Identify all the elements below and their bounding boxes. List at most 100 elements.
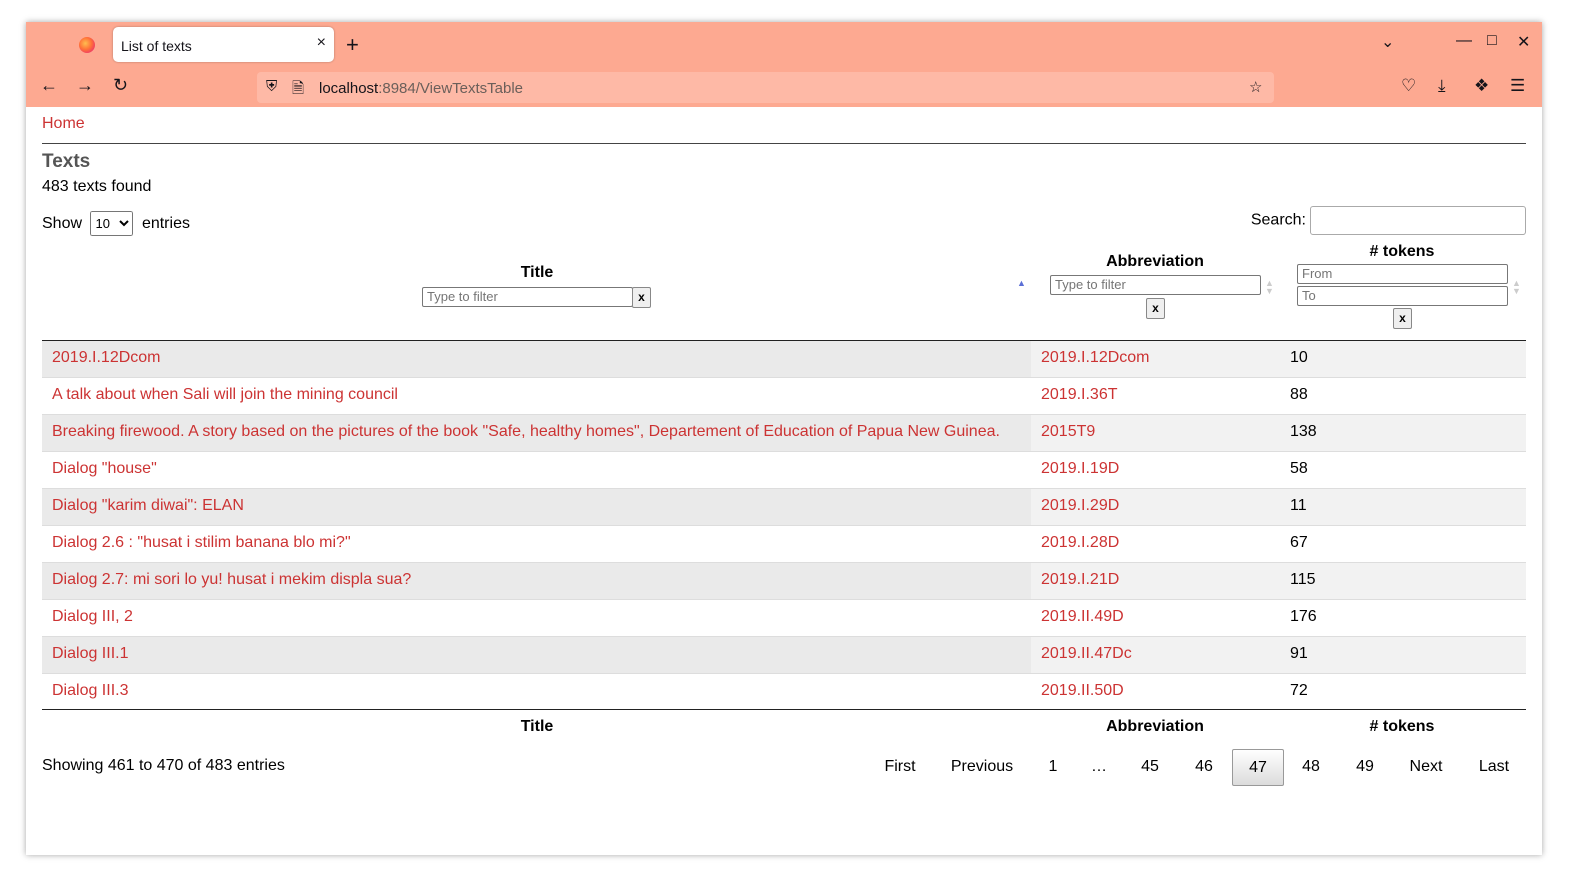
text-title-link[interactable]: Dialog "house" [52, 460, 157, 478]
abbreviation-link[interactable]: 2019.I.29D [1041, 497, 1119, 515]
table-row: Dialog III, 2 2019.II.49D 176 [42, 600, 1526, 637]
tokens-to-input[interactable] [1297, 286, 1508, 306]
abbreviation-link[interactable]: 2019.I.19D [1041, 460, 1119, 478]
pocket-icon[interactable]: ♡ [1401, 76, 1416, 96]
url-bar[interactable]: ⛨ 🗎 localhost:8984/ViewTextsTable ☆ [257, 72, 1274, 103]
text-title-link[interactable]: Dialog "karim diwai": ELAN [52, 497, 244, 515]
table-row: A talk about when Sali will join the min… [42, 378, 1526, 415]
sort-ascending-icon: ▲ [1017, 278, 1026, 288]
title-cell: Dialog III, 2 [42, 600, 1031, 636]
text-title-link[interactable]: A talk about when Sali will join the min… [52, 386, 398, 404]
token-count: 58 [1290, 460, 1308, 477]
pagination-previous[interactable]: Previous [942, 749, 1022, 786]
abbreviation-link[interactable]: 2019.I.12Dcom [1041, 349, 1150, 367]
showing-entries-info: Showing 461 to 470 of 483 entries [42, 757, 285, 774]
show-entries: Show 10 entries [42, 211, 190, 236]
tab-list-of-texts[interactable]: List of texts × [113, 27, 334, 62]
pagination-page-46[interactable]: 46 [1184, 749, 1224, 786]
abbreviation-link[interactable]: 2015T9 [1041, 423, 1095, 441]
text-title-link[interactable]: Dialog III.3 [52, 682, 128, 700]
pagination-page-48[interactable]: 48 [1291, 749, 1331, 786]
show-label: Show [42, 215, 83, 232]
title-cell: Dialog "house" [42, 452, 1031, 488]
tab-close-icon[interactable]: × [317, 34, 326, 52]
token-count: 88 [1290, 386, 1308, 403]
table-row: Dialog III.1 2019.II.47Dc 91 [42, 637, 1526, 674]
token-count: 138 [1290, 423, 1317, 440]
tokens-filter-clear-button[interactable]: x [1393, 308, 1412, 329]
title-cell: Breaking firewood. A story based on the … [42, 415, 1031, 451]
abbreviation-link[interactable]: 2019.II.50D [1041, 682, 1124, 700]
table-row: Dialog "karim diwai": ELAN 2019.I.29D 11 [42, 489, 1526, 526]
pagination-page-1[interactable]: 1 [1038, 749, 1068, 786]
tokens-from-input[interactable] [1297, 264, 1508, 284]
abbreviation-filter-input[interactable] [1050, 275, 1261, 295]
search-input[interactable] [1310, 206, 1526, 235]
text-title-link[interactable]: 2019.I.12Dcom [52, 349, 161, 367]
page-title: Texts [42, 151, 91, 172]
menu-icon[interactable]: ☰ [1510, 76, 1525, 96]
title-cell: Dialog III.3 [42, 674, 1031, 710]
download-icon[interactable]: ⤓ [1438, 76, 1446, 96]
texts-found-count: 483 texts found [42, 178, 152, 195]
shield-icon[interactable]: ⛨ [266, 78, 277, 95]
title-filter-input[interactable] [422, 287, 633, 307]
table-row: Dialog 2.7: mi sori lo yu! husat i mekim… [42, 563, 1526, 600]
home-link[interactable]: Home [42, 115, 85, 133]
abbreviation-link[interactable]: 2019.II.47Dc [1041, 645, 1132, 663]
url-path: :8984/ViewTextsTable [378, 80, 524, 97]
minimize-icon[interactable]: — [1456, 32, 1472, 50]
title-cell: A talk about when Sali will join the min… [42, 378, 1031, 414]
pagination-first[interactable]: First [872, 749, 928, 786]
title-bar: List of texts × + ⌄ — □ ✕ [26, 22, 1542, 67]
text-title-link[interactable]: Dialog 2.6 : "husat i stilim banana blo … [52, 534, 351, 552]
column-header-abbreviation[interactable]: Abbreviation [1081, 253, 1229, 271]
token-count: 115 [1290, 571, 1316, 588]
page-length-select[interactable]: 10 [90, 211, 134, 236]
text-title-link[interactable]: Dialog III, 2 [52, 608, 133, 626]
abbreviation-link[interactable]: 2019.I.28D [1041, 534, 1119, 552]
text-title-link[interactable]: Dialog III.1 [52, 645, 128, 663]
token-count: 176 [1290, 608, 1317, 625]
text-title-link[interactable]: Breaking firewood. A story based on the … [52, 423, 1000, 441]
back-icon[interactable]: ← [40, 75, 58, 96]
url-host: localhost [319, 80, 379, 97]
footer-divider [42, 709, 1526, 710]
abbreviation-filter-clear-button[interactable]: x [1146, 298, 1165, 319]
sort-both-icon: ▲ ▼ [1265, 278, 1274, 296]
star-icon[interactable]: ☆ [1249, 78, 1262, 96]
title-filter-clear-button[interactable]: x [632, 287, 651, 308]
pagination-next[interactable]: Next [1401, 749, 1451, 786]
chevron-down-icon[interactable]: ⌄ [1381, 32, 1394, 52]
column-header-tokens[interactable]: # tokens [1342, 243, 1462, 261]
abbreviation-link[interactable]: 2019.I.21D [1041, 571, 1119, 589]
nav-bar: ← → ↻ ⛨ 🗎 localhost:8984/ViewTextsTable … [26, 67, 1542, 107]
table-row: Dialog "house" 2019.I.19D 58 [42, 452, 1526, 489]
token-count: 67 [1290, 534, 1308, 551]
extensions-icon[interactable]: ❖ [1474, 76, 1489, 96]
pagination-page-49[interactable]: 49 [1345, 749, 1385, 786]
title-cell: Dialog III.1 [42, 637, 1031, 673]
token-count: 10 [1290, 349, 1308, 366]
table-row: Dialog III.3 2019.II.50D 72 [42, 674, 1526, 711]
pagination-last[interactable]: Last [1472, 749, 1516, 786]
footer-header-tokens: # tokens [1369, 718, 1435, 735]
pagination-ellipsis: … [1091, 758, 1107, 775]
abbreviation-link[interactable]: 2019.II.49D [1041, 608, 1124, 626]
table-row: Breaking firewood. A story based on the … [42, 415, 1526, 452]
footer-header-title: Title [520, 718, 554, 735]
pagination-page-45[interactable]: 45 [1130, 749, 1170, 786]
abbreviation-link[interactable]: 2019.I.36T [1041, 386, 1118, 404]
column-header-title[interactable]: Title [502, 264, 572, 282]
forward-icon[interactable]: → [76, 75, 94, 96]
reload-icon[interactable]: ↻ [113, 75, 128, 96]
title-cell: 2019.I.12Dcom [42, 341, 1031, 377]
maximize-icon[interactable]: □ [1487, 32, 1497, 50]
pagination-page-47[interactable]: 47 [1232, 749, 1284, 786]
text-title-link[interactable]: Dialog 2.7: mi sori lo yu! husat i mekim… [52, 571, 411, 589]
firefox-logo-icon [79, 37, 95, 53]
close-icon[interactable]: ✕ [1517, 32, 1530, 52]
url-text[interactable]: localhost:8984/ViewTextsTable [319, 80, 523, 97]
new-tab-button[interactable]: + [346, 32, 359, 58]
tab-title: List of texts [121, 38, 192, 54]
